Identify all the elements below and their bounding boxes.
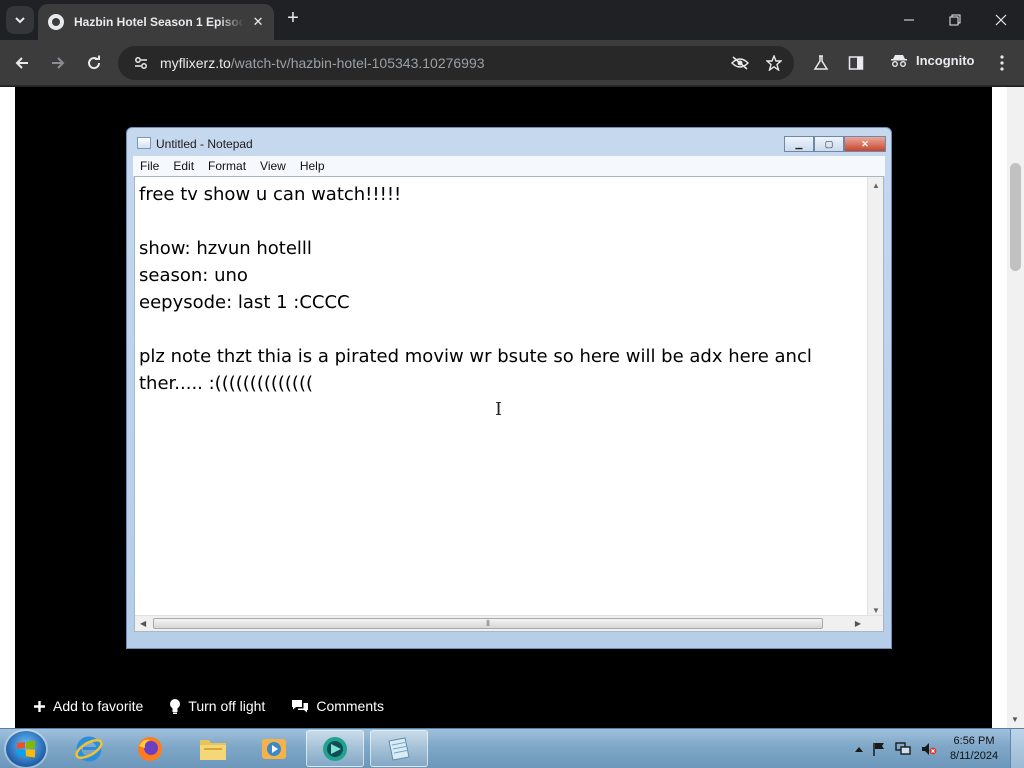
- lightbulb-icon: [169, 698, 181, 714]
- browser-tab-strip: Hazbin Hotel Season 1 Episode ✕ +: [0, 0, 1024, 40]
- turn-off-light-button[interactable]: Turn off light: [169, 698, 265, 714]
- clock-date: 8/11/2024: [949, 750, 999, 762]
- windows-taskbar: 6:56 PM 8/11/2024: [0, 728, 1024, 768]
- notepad-titlebar: Untitled - Notepad ▁ ▢ ✕: [127, 128, 891, 158]
- notepad-taskbar-icon[interactable]: [370, 730, 428, 767]
- url-text[interactable]: myflixerz.to/watch-tv/hazbin-hotel-10534…: [160, 55, 485, 71]
- screen-recorder-taskbar-icon[interactable]: [306, 730, 364, 767]
- close-window-icon[interactable]: [978, 0, 1024, 40]
- url-host: myflixerz.to: [160, 55, 231, 71]
- system-tray: 6:56 PM 8/11/2024: [850, 729, 1024, 768]
- show-desktop-button[interactable]: [1010, 729, 1024, 768]
- taskbar-clock[interactable]: 6:56 PM 8/11/2024: [942, 734, 1006, 764]
- video-player[interactable]: Untitled - Notepad ▁ ▢ ✕ File Edit Forma…: [15, 87, 992, 728]
- chevron-down-icon: [15, 17, 25, 24]
- notepad-menubar: File Edit Format View Help: [133, 156, 885, 176]
- tab-search-button[interactable]: [6, 6, 34, 34]
- notepad-menu-view: View: [260, 159, 286, 173]
- notepad-menu-file: File: [140, 159, 160, 173]
- action-center-flag-icon[interactable]: [873, 742, 885, 756]
- file-explorer-taskbar-icon[interactable]: [184, 730, 242, 767]
- volume-muted-icon[interactable]: [921, 742, 937, 756]
- new-tab-button[interactable]: +: [282, 8, 304, 30]
- tab-close-icon[interactable]: ✕: [250, 14, 266, 30]
- player-actions: Add to favorite Turn off light Comments: [33, 698, 384, 714]
- scroll-left-arrow-icon: ◀: [140, 619, 147, 628]
- notepad-minimize-icon: ▁: [784, 136, 814, 152]
- page-scrollbar-thumb[interactable]: [1010, 163, 1021, 271]
- url-path: /watch-tv/hazbin-hotel-105343.10276993: [230, 55, 485, 71]
- incognito-indicator[interactable]: Incognito: [890, 53, 975, 68]
- address-bar[interactable]: myflixerz.to/watch-tv/hazbin-hotel-10534…: [118, 46, 794, 80]
- browser-tab[interactable]: Hazbin Hotel Season 1 Episode ✕: [38, 4, 274, 40]
- windows-logo-icon: [17, 740, 35, 758]
- browser-toolbar: myflixerz.to/watch-tv/hazbin-hotel-10534…: [0, 40, 1024, 86]
- notepad-close-icon: ✕: [844, 136, 886, 152]
- add-to-favorite-button[interactable]: Add to favorite: [33, 698, 143, 714]
- site-favicon-icon: [48, 14, 64, 30]
- restore-icon[interactable]: [932, 0, 978, 40]
- show-hidden-icons-arrow-icon[interactable]: [855, 746, 863, 752]
- scroll-down-arrow-icon: ▼: [872, 606, 880, 615]
- text-cursor-icon: I: [495, 399, 503, 420]
- bookmark-star-icon[interactable]: [764, 53, 784, 73]
- page-scrollbar[interactable]: ▼: [1007, 87, 1024, 728]
- notepad-app-icon: [137, 137, 151, 149]
- plus-icon: [33, 700, 46, 713]
- comments-button[interactable]: Comments: [291, 698, 384, 714]
- notepad-vertical-scrollbar: ▲ ▼: [867, 177, 883, 617]
- notepad-window: Untitled - Notepad ▁ ▢ ✕ File Edit Forma…: [126, 127, 892, 649]
- add-to-favorite-label: Add to favorite: [53, 698, 144, 714]
- turn-off-light-label: Turn off light: [188, 698, 266, 714]
- site-info-icon[interactable]: [130, 55, 152, 71]
- minimize-icon[interactable]: [886, 0, 932, 40]
- clock-time: 6:56 PM: [953, 735, 995, 747]
- chrome-menu-icon[interactable]: [989, 50, 1015, 76]
- tab-title: Hazbin Hotel Season 1 Episode: [74, 15, 245, 29]
- scroll-up-arrow-icon: ▲: [872, 181, 880, 190]
- scroll-right-arrow-icon: ▶: [854, 619, 861, 628]
- comments-label: Comments: [316, 698, 385, 714]
- forward-arrow-icon[interactable]: [45, 50, 71, 76]
- notepad-title: Untitled - Notepad: [156, 137, 253, 151]
- web-page: Untitled - Notepad ▁ ▢ ✕ File Edit Forma…: [0, 87, 1024, 728]
- notepad-text: free tv show u can watch!!!!! show: hzvu…: [139, 184, 812, 394]
- incognito-icon: [891, 54, 907, 67]
- notepad-menu-edit: Edit: [173, 159, 195, 173]
- incognito-label: Incognito: [916, 53, 975, 68]
- start-button[interactable]: [6, 731, 46, 767]
- labs-flask-icon[interactable]: [808, 50, 834, 76]
- notepad-text-area: free tv show u can watch!!!!! show: hzvu…: [134, 176, 884, 632]
- network-icon[interactable]: [895, 742, 911, 756]
- side-panel-icon[interactable]: [843, 50, 869, 76]
- window-controls: [886, 0, 1024, 40]
- notepad-menu-format: Format: [208, 159, 247, 173]
- back-arrow-icon[interactable]: [9, 50, 35, 76]
- notepad-maximize-icon: ▢: [814, 136, 844, 152]
- media-player-taskbar-icon[interactable]: [245, 730, 303, 767]
- internet-explorer-taskbar-icon[interactable]: [60, 730, 118, 767]
- notepad-scroll-thumb: ⦀: [153, 618, 823, 629]
- page-scroll-down-arrow-icon[interactable]: ▼: [1011, 715, 1019, 724]
- firefox-taskbar-icon[interactable]: [121, 730, 179, 767]
- notepad-menu-help: Help: [299, 159, 325, 173]
- comments-icon: [291, 699, 309, 713]
- notepad-horizontal-scrollbar: ◀ ⦀ ▶: [135, 615, 883, 631]
- reload-icon[interactable]: [81, 50, 107, 76]
- eye-off-icon[interactable]: [730, 53, 750, 73]
